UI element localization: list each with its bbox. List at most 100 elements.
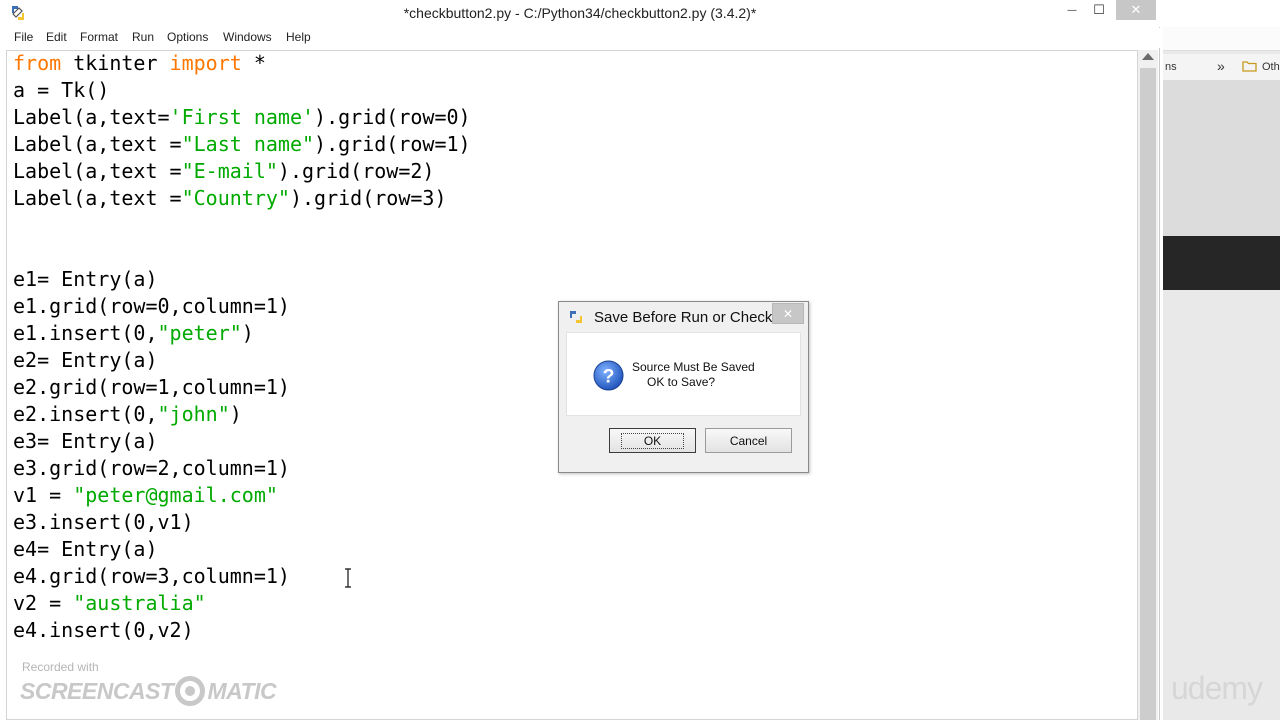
dialog-title-bar[interactable]: Save Before Run or Check ✕: [559, 302, 808, 332]
bookmark-item-partial[interactable]: ns: [1165, 61, 1177, 73]
close-button[interactable]: ✕: [1116, 0, 1156, 20]
browser-dark-banner: [1163, 236, 1280, 290]
code-line: e2= Entry(a): [13, 347, 471, 374]
code-token: Label(a,text=: [13, 105, 170, 129]
code-line: a = Tk(): [13, 77, 471, 104]
code-string: "Country": [181, 186, 290, 210]
code-line: Label(a,text ="E-mail").grid(row=2): [13, 158, 471, 185]
maximize-button[interactable]: ☐: [1085, 0, 1113, 20]
code-token: e3= Entry(a): [13, 429, 158, 453]
python-app-icon: [570, 311, 582, 323]
code-token: v2 =: [13, 591, 74, 615]
code-line: e2.grid(row=1,column=1): [13, 374, 471, 401]
udemy-watermark: udemy: [1171, 670, 1263, 706]
scroll-up-arrow-icon[interactable]: [1142, 53, 1154, 60]
code-token: ).grid(row=0): [314, 105, 471, 129]
minimize-button[interactable]: —: [1058, 0, 1086, 20]
code-string: 'First name': [169, 105, 315, 129]
bookmark-other[interactable]: Oth: [1262, 61, 1280, 73]
code-line: e2.insert(0,"john"): [13, 401, 471, 428]
code-line: v1 = "peter@gmail.com": [13, 482, 471, 509]
code-line: e1.insert(0,"peter"): [13, 320, 471, 347]
code-token: *: [241, 51, 266, 75]
code-line: from tkinter import *: [13, 51, 471, 77]
menu-options[interactable]: Options: [167, 30, 208, 44]
code-token: e4= Entry(a): [13, 537, 158, 561]
code-token: e3.grid(row=2,column=1): [13, 456, 290, 480]
code-line: Label(a,text ="Last name").grid(row=1): [13, 131, 471, 158]
question-icon: ?: [593, 360, 624, 391]
menu-run[interactable]: Run: [132, 30, 154, 44]
cancel-button[interactable]: Cancel: [705, 428, 792, 453]
ok-button[interactable]: OK: [609, 428, 696, 453]
window-title: *checkbutton2.py - C:/Python34/checkbutt…: [403, 5, 757, 21]
logo-text-right: MATIC: [207, 677, 277, 704]
code-token: tkinter: [61, 51, 170, 75]
menu-help[interactable]: Help: [286, 30, 311, 44]
code-token: ): [241, 321, 254, 345]
menu-format[interactable]: Format: [80, 30, 118, 44]
code-token: e1= Entry(a): [13, 267, 158, 291]
menu-edit[interactable]: Edit: [46, 30, 67, 44]
code-line: e3.insert(0,v1): [13, 509, 471, 536]
browser-address-strip: [1163, 27, 1280, 51]
folder-icon: [1242, 61, 1257, 72]
bookmarks-bar: ns » Oth: [1163, 54, 1280, 80]
code-keyword: import: [169, 51, 242, 75]
save-before-run-dialog: Save Before Run or Check ✕ ? Source Must…: [558, 301, 809, 473]
code-line: e1= Entry(a): [13, 266, 471, 293]
menu-file[interactable]: File: [14, 30, 33, 44]
code-string: "E-mail": [181, 159, 278, 183]
code-line: v2 = "australia": [13, 590, 471, 617]
record-button-icon: [175, 676, 206, 706]
ok-button-label: OK: [620, 432, 685, 449]
screencast-matic-logo: SCREENCAST MATIC: [20, 674, 277, 708]
browser-content-panel: [1163, 80, 1280, 236]
dialog-message-line2: OK to Save?: [647, 375, 716, 389]
code-token: e2= Entry(a): [13, 348, 158, 372]
vertical-scrollbar[interactable]: [1138, 50, 1158, 720]
code-token: ).grid(row=3): [289, 186, 447, 210]
dialog-message-area: ? Source Must Be Saved OK to Save?: [566, 332, 801, 416]
recorded-with-label: Recorded with: [22, 660, 99, 674]
code-line: Label(a,text='First name').grid(row=0): [13, 104, 471, 131]
code-token: Label(a,text =: [13, 159, 182, 183]
background-browser-window: ns » Oth udemy: [1163, 0, 1280, 720]
window-title-bar[interactable]: *checkbutton2.py - C:/Python34/checkbutt…: [0, 0, 1160, 27]
code-token: e3.insert(0,v1): [13, 510, 194, 534]
code-token: ).grid(row=2): [277, 159, 435, 183]
code-string: "peter": [157, 321, 242, 345]
code-token: v1 =: [13, 483, 74, 507]
code-token: ): [229, 402, 242, 426]
close-icon: ✕: [782, 306, 794, 321]
screen: ns » Oth udemy *checkbutton2.py - C:/Pyt…: [0, 0, 1280, 720]
code-line: e1.grid(row=0,column=1): [13, 293, 471, 320]
code-token: a = Tk(): [13, 78, 110, 102]
code-text: from tkinter import * a = Tk() Label(a,tex…: [13, 51, 471, 644]
code-token: Label(a,text =: [13, 186, 182, 210]
scroll-thumb[interactable]: [1140, 68, 1156, 720]
logo-text-left: SCREENCAST: [20, 677, 174, 704]
code-line: e4= Entry(a): [13, 536, 471, 563]
code-token: e4.insert(0,v2): [13, 618, 194, 642]
code-line: Label(a,text ="Country").grid(row=3): [13, 185, 471, 212]
code-keyword: from: [13, 51, 62, 75]
menu-windows[interactable]: Windows: [223, 30, 272, 44]
code-line: e4.grid(row=3,column=1): [13, 563, 471, 590]
bookmarks-overflow-chevron-icon[interactable]: »: [1217, 58, 1225, 74]
code-token: e4.grid(row=3,column=1): [13, 564, 290, 588]
ibeam-cursor-icon: [345, 568, 351, 588]
dialog-close-button[interactable]: ✕: [772, 303, 804, 324]
menu-bar: File Edit Format Run Options Windows Hel…: [0, 28, 1160, 48]
code-token: Label(a,text =: [13, 132, 182, 156]
svg-text:?: ?: [603, 365, 615, 387]
code-line: e3= Entry(a): [13, 428, 471, 455]
code-token: e1.insert(0,: [13, 321, 158, 345]
code-line: e3.grid(row=2,column=1): [13, 455, 471, 482]
code-string: "Last name": [181, 132, 315, 156]
dialog-title: Save Before Run or Check: [594, 309, 773, 326]
code-token: e1.grid(row=0,column=1): [13, 294, 290, 318]
minimize-icon: —: [1067, 4, 1077, 16]
